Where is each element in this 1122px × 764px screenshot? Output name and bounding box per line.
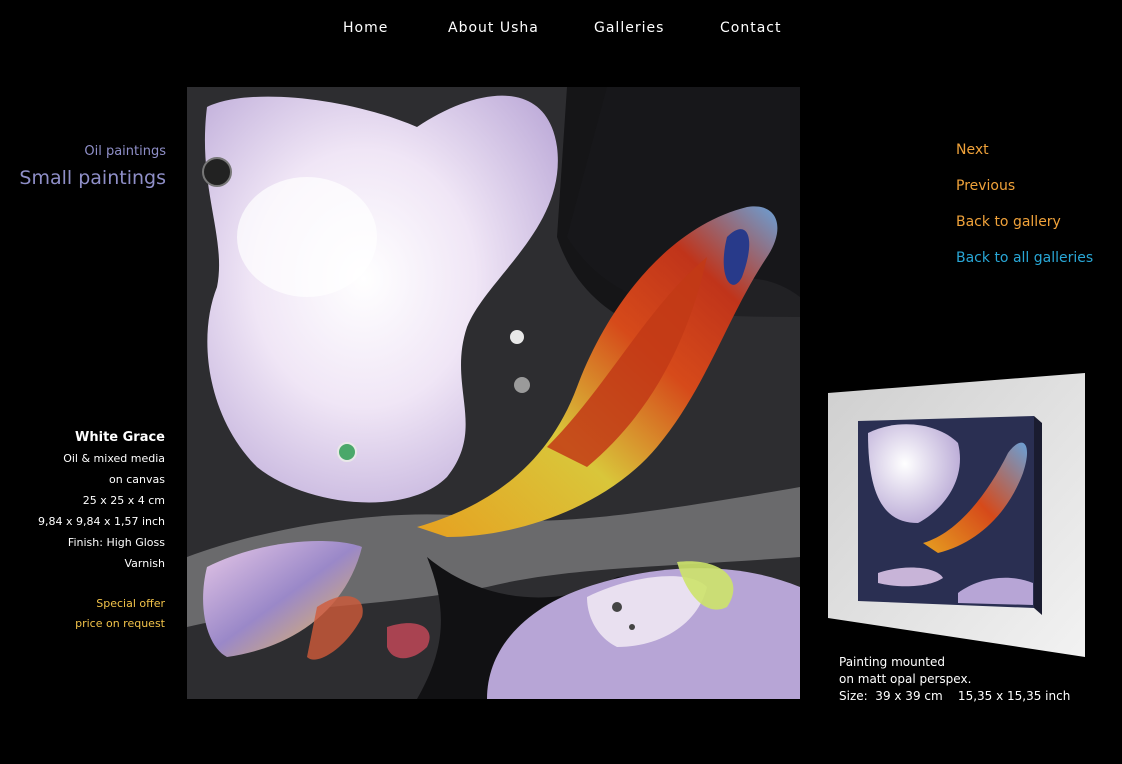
- breadcrumb-oil-paintings[interactable]: Oil paintings: [84, 144, 166, 159]
- artwork-finish-varnish: Varnish: [124, 557, 165, 570]
- back-to-gallery-link[interactable]: Back to gallery: [956, 214, 1093, 250]
- artwork-medium: Oil & mixed media: [63, 452, 165, 465]
- artwork-size-inch: 9,84 x 9,84 x 1,57 inch: [37, 515, 165, 528]
- special-offer-label: Special offer: [96, 597, 165, 610]
- next-link[interactable]: Next: [956, 142, 1093, 178]
- mounted-caption-size: Size: 39 x 39 cm 15,35 x 15,35 inch: [839, 689, 1071, 703]
- artwork-medium-support: on canvas: [109, 473, 165, 486]
- main-painting-image: [187, 87, 800, 699]
- artwork-size-cm: 25 x 25 x 4 cm: [82, 494, 165, 507]
- special-offer-price: price on request: [75, 617, 165, 630]
- painting-navigation: Next Previous Back to gallery Back to al…: [956, 142, 1093, 286]
- mounted-caption-line1: Painting mounted: [839, 655, 946, 669]
- previous-link[interactable]: Previous: [956, 178, 1093, 214]
- mounted-painting-image: [828, 373, 1085, 657]
- mounted-caption-line2: on matt opal perspex.: [839, 672, 972, 686]
- nav-home-link[interactable]: Home: [343, 20, 388, 36]
- back-to-all-galleries-link[interactable]: Back to all galleries: [956, 250, 1093, 286]
- mounted-painting-photo: [828, 373, 1085, 657]
- artwork-details: White Grace Oil & mixed media on canvas …: [38, 427, 165, 574]
- nav-galleries-link[interactable]: Galleries: [594, 20, 664, 36]
- artwork-title: White Grace: [75, 430, 165, 445]
- painting-artwork: [187, 87, 800, 699]
- top-navigation: Home About Usha Galleries Contact: [0, 20, 1122, 42]
- artwork-finish: Finish: High Gloss: [67, 536, 165, 549]
- nav-about-link[interactable]: About Usha: [448, 20, 539, 36]
- special-offer: Special offer price on request: [75, 594, 165, 634]
- breadcrumb-small-paintings[interactable]: Small paintings: [19, 167, 166, 189]
- nav-contact-link[interactable]: Contact: [720, 20, 781, 36]
- mounted-caption: Painting mounted on matt opal perspex. Siz…: [839, 654, 1070, 705]
